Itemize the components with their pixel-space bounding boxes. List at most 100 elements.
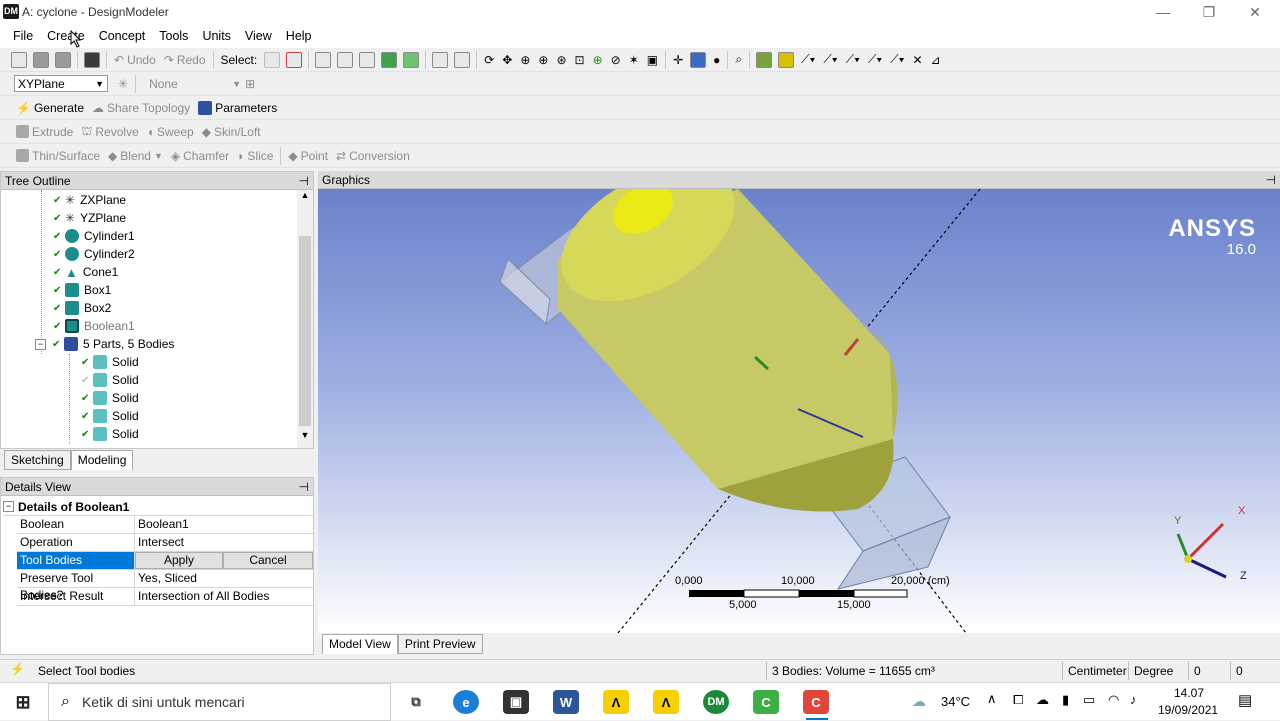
plane-select[interactable]: XYPlane ▼: [14, 75, 108, 92]
volume-icon[interactable]: ♪: [1130, 692, 1137, 707]
notification-icon[interactable]: ▤: [1238, 691, 1252, 709]
weather-icon[interactable]: ☁: [912, 693, 926, 710]
onedrive-icon[interactable]: ☁: [1036, 692, 1049, 708]
select-face-icon[interactable]: [359, 51, 376, 68]
zoom-box-icon[interactable]: ⊛: [552, 49, 570, 71]
display-model-icon[interactable]: [690, 51, 707, 68]
edge-direction-icon[interactable]: ⟋▾: [819, 49, 841, 71]
tree-item-solid[interactable]: ✔ Solid: [81, 353, 139, 371]
select-mode-icon[interactable]: [264, 51, 281, 68]
skin-loft-button[interactable]: ◆ Skin/Loft: [198, 121, 265, 143]
zoom-icon[interactable]: ⊕: [516, 49, 534, 71]
tree-item-cone1[interactable]: ✔ ▲ Cone1: [53, 263, 118, 281]
tree-item-solid[interactable]: ✔ Solid: [81, 371, 139, 389]
clock-time[interactable]: 14.07: [1174, 686, 1204, 700]
details-row-boolean[interactable]: Boolean Boolean1: [17, 516, 313, 534]
tree-item-solid[interactable]: ✔ Solid: [81, 425, 139, 443]
tree-item-box1[interactable]: ✔ Box1: [53, 281, 111, 299]
details-group-row[interactable]: − Details of Boolean1: [3, 498, 313, 516]
store-icon[interactable]: ▣: [503, 690, 529, 714]
zoom-to-fit-icon[interactable]: ⊕: [589, 49, 607, 71]
wifi-icon[interactable]: ◠: [1108, 692, 1119, 708]
tree-item-cylinder2[interactable]: ✔ Cylinder2: [53, 245, 135, 263]
look-at-icon[interactable]: ⌕: [731, 49, 746, 71]
tree-scrollbar[interactable]: ▲ ▼: [297, 190, 313, 448]
rotate-icon[interactable]: ⟳: [480, 49, 498, 71]
cancel-button[interactable]: Cancel: [223, 552, 313, 569]
box-select-all-icon[interactable]: [454, 51, 471, 68]
select-filter-icon[interactable]: [286, 51, 303, 68]
menu-create[interactable]: Create: [40, 24, 92, 48]
scrollbar-thumb[interactable]: [299, 236, 311, 426]
pin-icon[interactable]: ⊣: [299, 172, 309, 190]
extend-selection-icon[interactable]: [403, 51, 420, 68]
pin-icon[interactable]: ⊣: [1266, 171, 1276, 189]
tree-item-cylinder1[interactable]: ✔ Cylinder1: [53, 227, 135, 245]
share-topology-button[interactable]: ☁ Share Topology: [88, 97, 194, 119]
menu-tools[interactable]: Tools: [152, 24, 195, 48]
select-edge-icon[interactable]: [337, 51, 354, 68]
slice-button[interactable]: ◗ Slice: [233, 145, 277, 167]
details-row-intersect-result[interactable]: Intersect Result Intersection of All Bodi…: [17, 588, 313, 606]
camtasia-green-icon[interactable]: C: [753, 690, 779, 714]
display-point-icon[interactable]: ●: [709, 49, 724, 71]
chevron-up-icon[interactable]: ∧: [987, 691, 997, 707]
ansys-workbench-icon[interactable]: Λ: [603, 690, 629, 714]
redo-button[interactable]: ↷ Redo: [160, 49, 210, 71]
edge-browser-icon[interactable]: e: [453, 690, 479, 714]
tree-item-parts[interactable]: − ✔ 5 Parts, 5 Bodies: [35, 335, 174, 353]
parameters-button[interactable]: Parameters: [194, 97, 281, 119]
tab-modeling[interactable]: Modeling: [70, 450, 134, 470]
revolve-button[interactable]: ⛫ Revolve: [77, 121, 142, 143]
tree-item-zxplane[interactable]: ✔ ✳ ZXPlane: [53, 191, 126, 209]
chamfer-button[interactable]: ◈ Chamfer: [167, 145, 233, 167]
edge-join-icon[interactable]: ⟋▾: [886, 49, 908, 71]
pan-icon[interactable]: ✥: [498, 49, 516, 71]
magnifier-icon[interactable]: ⊘: [607, 49, 625, 71]
camtasia-red-icon[interactable]: C: [803, 690, 829, 714]
extrude-button[interactable]: Extrude: [12, 121, 77, 143]
export-icon[interactable]: [55, 51, 71, 68]
ansys-workbench-icon-2[interactable]: Λ: [653, 690, 679, 714]
menu-units[interactable]: Units: [195, 24, 237, 48]
display-edges-icon[interactable]: [778, 51, 795, 68]
minimize-button[interactable]: —: [1140, 0, 1186, 24]
tab-sketching[interactable]: Sketching: [4, 450, 71, 470]
tree-item-boolean1[interactable]: ✔ Boolean1: [53, 317, 135, 335]
details-row-operation[interactable]: Operation Intersect: [17, 534, 313, 552]
conversion-button[interactable]: ⇄ Conversion: [332, 145, 414, 167]
windows-start-icon[interactable]: ⊞: [10, 690, 36, 714]
apply-button[interactable]: Apply: [135, 552, 223, 569]
graphics-viewport[interactable]: ANSYS 16.0 0,000 10,000 20,000 (cm) 5,00…: [318, 189, 1280, 633]
tab-model-view[interactable]: Model View: [322, 634, 398, 654]
taskbar-search[interactable]: ⌕ Ketik di sini untuk mencari: [48, 683, 391, 721]
edge-style-icon[interactable]: ⟋▾: [797, 49, 819, 71]
edge-thickness-icon[interactable]: ⟋▾: [864, 49, 886, 71]
blend-button[interactable]: ◆ Blend ▼: [104, 145, 167, 167]
new-icon[interactable]: [11, 51, 27, 68]
sweep-button[interactable]: ◖ Sweep: [143, 121, 198, 143]
collapse-icon[interactable]: −: [3, 501, 14, 512]
word-icon[interactable]: W: [553, 690, 579, 714]
zoom-in-icon[interactable]: ⊕: [534, 49, 552, 71]
previous-view-icon[interactable]: ✶: [625, 49, 643, 71]
battery-icon[interactable]: ▭: [1083, 692, 1095, 708]
iso-view-icon[interactable]: ✛: [669, 49, 687, 71]
next-view-icon[interactable]: ▣: [643, 49, 662, 71]
details-row-tool-bodies[interactable]: Tool Bodies Apply Cancel: [17, 552, 313, 570]
menu-view[interactable]: View: [238, 24, 279, 48]
scroll-down-icon[interactable]: ▼: [297, 430, 313, 440]
task-view-icon[interactable]: ⧉: [403, 690, 429, 714]
menu-concept[interactable]: Concept: [92, 24, 153, 48]
tab-print-preview[interactable]: Print Preview: [397, 634, 483, 654]
pin-tool-icon[interactable]: ⊿: [927, 49, 945, 71]
details-row-preserve-tool-bodies[interactable]: Preserve Tool Bodies? Yes, Sliced: [17, 570, 313, 602]
usb-icon[interactable]: ▮: [1062, 692, 1069, 708]
pin-icon[interactable]: ⊣: [299, 478, 309, 496]
tree-item-solid[interactable]: ✔ Solid: [81, 407, 139, 425]
close-button[interactable]: ✕: [1232, 0, 1278, 24]
collapse-icon[interactable]: −: [35, 338, 46, 350]
designmodeler-taskbar-icon[interactable]: DM: [703, 690, 729, 714]
box-select-icon[interactable]: [432, 51, 449, 68]
save-icon[interactable]: [33, 51, 49, 68]
